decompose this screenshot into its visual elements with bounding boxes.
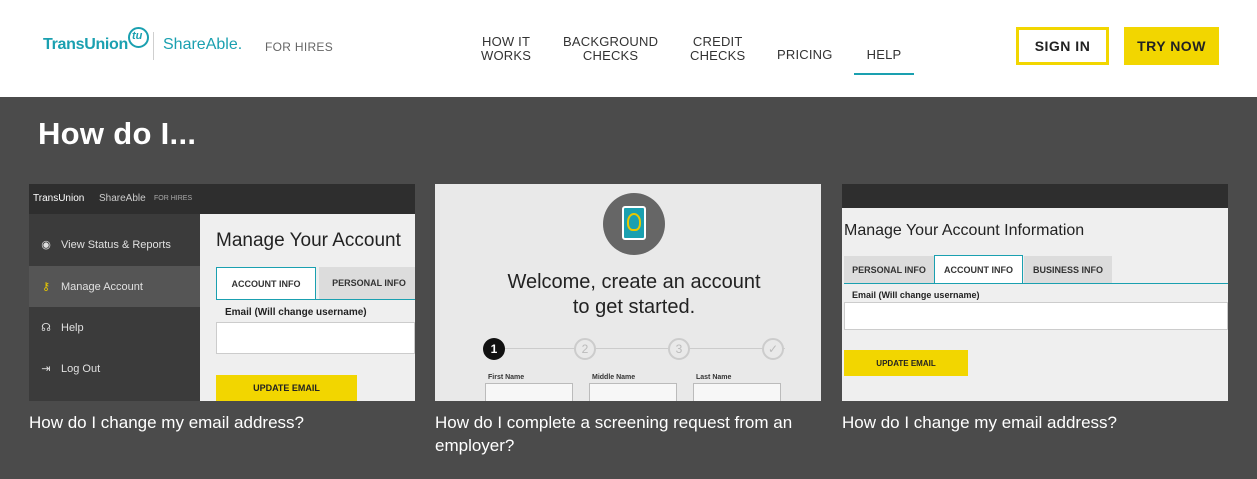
thumb-menu-view-status: ◉ View Status & Reports — [29, 224, 200, 265]
logo-brand: TransUnion — [43, 36, 129, 53]
help-card-change-email-2[interactable]: Manage Your Account Information PERSONAL… — [842, 184, 1228, 434]
help-card-change-email[interactable]: TransUnion ShareAble FOR HIRES ◉ View Sta… — [29, 184, 415, 434]
logout-icon: ⇥ — [41, 363, 51, 375]
logo-suffix: FOR HIRES — [265, 40, 334, 54]
logo-product: ShareAble. — [163, 36, 243, 53]
eye-icon: ◉ — [41, 239, 51, 251]
thumb-menu-help: ☊ Help — [29, 307, 200, 348]
nav-how-it-works[interactable]: HOW IT WORKS — [481, 35, 531, 63]
card-caption[interactable]: How do I change my email address? — [842, 411, 1228, 434]
thumb-welcome-text: Welcome, create an account to get started… — [507, 271, 761, 318]
card-caption[interactable]: How do I complete a screening request fr… — [435, 411, 821, 457]
try-now-button[interactable]: TRY NOW — [1124, 27, 1219, 65]
step-indicator: 3 — [668, 338, 690, 360]
page-title: How do I... — [38, 116, 197, 151]
nav-help[interactable]: HELP — [854, 48, 914, 75]
step-indicator: 2 — [574, 338, 596, 360]
card-thumbnail[interactable]: Manage Your Account Information PERSONAL… — [842, 184, 1228, 401]
thumb-topbar: TransUnion ShareAble FOR HIRES — [29, 184, 415, 214]
thumb-sidebar: ◉ View Status & Reports ⚷ Manage Account ☊… — [29, 214, 200, 401]
step-indicator: 1 — [483, 338, 505, 360]
card-caption[interactable]: How do I change my email address? — [29, 411, 415, 434]
card-thumbnail[interactable]: Welcome, create an account to get started… — [435, 184, 821, 401]
nav-pricing[interactable]: PRICING — [777, 48, 833, 62]
thumb-menu-log-out: ⇥ Log Out — [29, 348, 200, 389]
help-card-screening-request[interactable]: Welcome, create an account to get started… — [435, 184, 821, 457]
sign-in-button[interactable]: SIGN IN — [1016, 27, 1109, 65]
tu-badge-icon: tu — [128, 27, 149, 48]
nav-background-checks[interactable]: BACKGROUND CHECKS — [563, 35, 658, 63]
thumb-topbar — [842, 184, 1228, 208]
site-header: TransUnion tu ShareAble. FOR HIRES HOW I… — [0, 0, 1257, 97]
logo-divider — [153, 32, 154, 60]
card-thumbnail[interactable]: TransUnion ShareAble FOR HIRES ◉ View Sta… — [29, 184, 415, 401]
nav-credit-checks[interactable]: CREDIT CHECKS — [690, 35, 745, 63]
headset-icon: ☊ — [41, 322, 51, 334]
thumb-menu-manage-account: ⚷ Manage Account — [29, 266, 200, 307]
thumb-content: Manage Your Account ACCOUNT INFO PERSONA… — [200, 214, 415, 401]
step-check-icon: ✓ — [762, 338, 784, 360]
key-icon: ⚷ — [41, 281, 51, 293]
